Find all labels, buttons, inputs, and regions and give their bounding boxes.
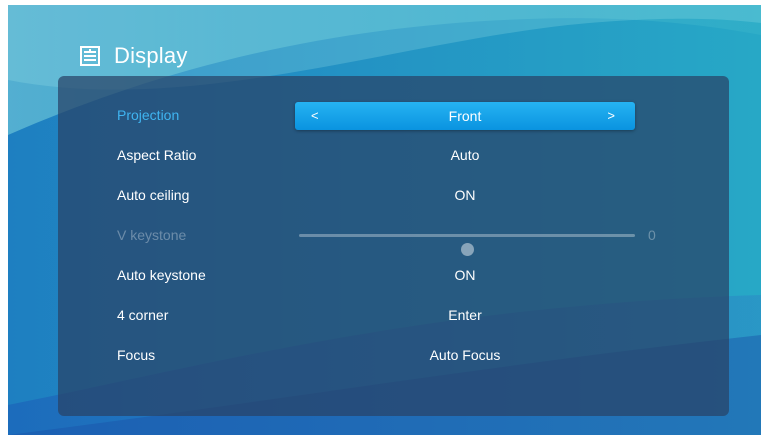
auto-ceiling-label: Auto ceiling xyxy=(117,187,190,203)
projection-label: Projection xyxy=(117,107,180,123)
menu-row-auto-keystone[interactable]: Auto keystone ON xyxy=(58,260,729,290)
v-keystone-label: V keystone xyxy=(117,227,187,243)
menu-row-4-corner[interactable]: 4 corner Enter xyxy=(58,300,729,330)
display-settings-icon xyxy=(80,46,100,66)
page-title: Display xyxy=(114,43,188,68)
auto-keystone-value[interactable]: ON xyxy=(295,260,635,290)
v-keystone-slider-thumb xyxy=(461,243,474,256)
four-corner-label: 4 corner xyxy=(117,307,169,323)
four-corner-enter[interactable]: Enter xyxy=(295,300,635,330)
display-settings-panel: Projection < Front > Aspect Ratio Auto A… xyxy=(58,76,729,416)
chevron-right-icon[interactable]: > xyxy=(607,102,615,130)
page-header: Display xyxy=(80,41,188,71)
projection-value: Front xyxy=(448,108,482,124)
projector-screen: Display Projection < Front > Aspect Rati… xyxy=(8,5,761,435)
focus-label: Focus xyxy=(117,347,156,363)
v-keystone-slider xyxy=(299,234,635,256)
auto-ceiling-value[interactable]: ON xyxy=(295,180,635,210)
menu-row-auto-ceiling[interactable]: Auto ceiling ON xyxy=(58,180,729,210)
aspect-ratio-label: Aspect Ratio xyxy=(117,147,197,163)
menu-row-focus[interactable]: Focus Auto Focus xyxy=(58,340,729,370)
aspect-ratio-value[interactable]: Auto xyxy=(295,140,635,170)
auto-keystone-label: Auto keystone xyxy=(117,267,206,283)
focus-value[interactable]: Auto Focus xyxy=(295,340,635,370)
menu-row-v-keystone: V keystone 0 xyxy=(58,220,729,256)
v-keystone-value: 0 xyxy=(648,227,656,243)
menu-row-aspect-ratio[interactable]: Aspect Ratio Auto xyxy=(58,140,729,170)
menu-row-projection[interactable]: Projection < Front > xyxy=(58,100,729,130)
projection-selector[interactable]: < Front > xyxy=(295,102,635,130)
